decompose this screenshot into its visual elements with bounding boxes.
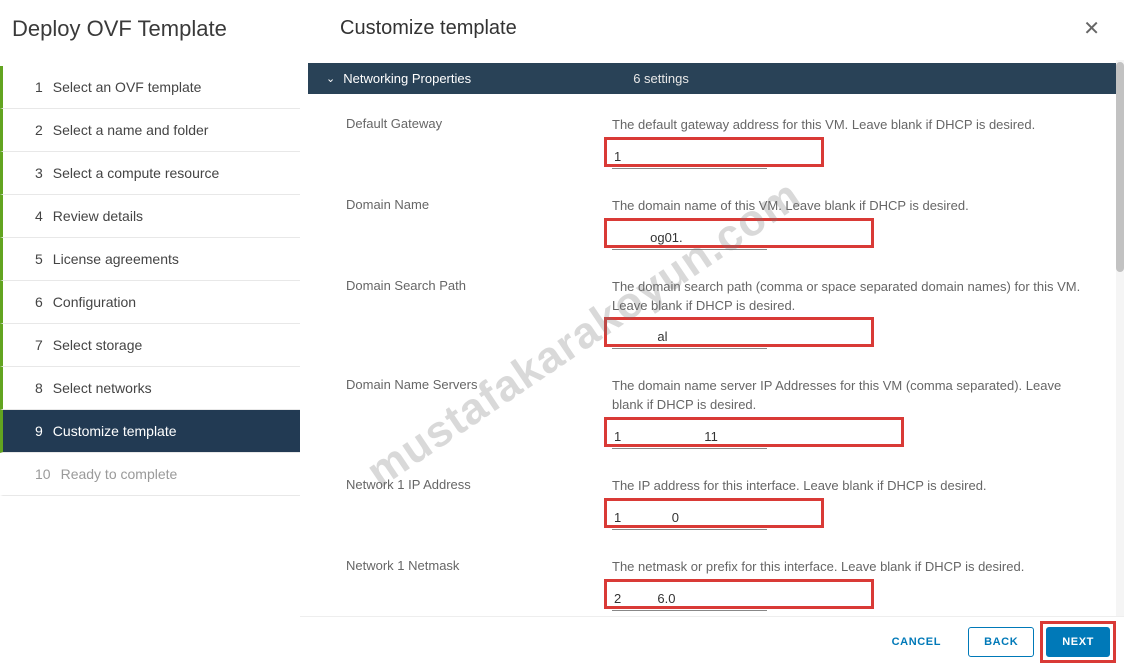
field-right: The netmask or prefix for this interface…: [612, 558, 1116, 611]
page-title: Customize template: [340, 17, 517, 40]
close-icon[interactable]: ✕: [1083, 16, 1100, 41]
wizard-step-9[interactable]: 9 Customize template: [0, 410, 300, 453]
step-label: License agreements: [53, 251, 179, 267]
scrollbar[interactable]: [1116, 60, 1124, 617]
field-description: The IP address for this interface. Leave…: [612, 477, 1116, 496]
step-number: 4: [35, 208, 43, 224]
field-input[interactable]: [612, 425, 767, 449]
field-right: The domain name of this VM. Leave blank …: [612, 197, 1116, 250]
setting-row: Domain Search PathThe domain search path…: [308, 270, 1116, 370]
wizard-footer: CANCEL BACK NEXT: [300, 616, 1124, 667]
step-number: 3: [35, 165, 43, 181]
wizard-step-4[interactable]: 4 Review details: [0, 195, 300, 238]
wizard-title: Deploy OVF Template: [0, 0, 300, 66]
main-panel: Customize template ✕ ⌄ Networking Proper…: [300, 0, 1124, 667]
step-number: 2: [35, 122, 43, 138]
section-label: Networking Properties: [343, 71, 633, 86]
field-input-wrap: [612, 506, 767, 530]
next-button[interactable]: NEXT: [1046, 627, 1110, 657]
wizard-step-3[interactable]: 3 Select a compute resource: [0, 152, 300, 195]
step-label: Configuration: [53, 294, 136, 310]
step-number: 8: [35, 380, 43, 396]
wizard-step-2[interactable]: 2 Select a name and folder: [0, 109, 300, 152]
step-number: 7: [35, 337, 43, 353]
back-button[interactable]: BACK: [968, 627, 1034, 657]
wizard-step-5[interactable]: 5 License agreements: [0, 238, 300, 281]
step-label: Select storage: [53, 337, 143, 353]
field-input[interactable]: [612, 226, 767, 250]
step-label: Ready to complete: [61, 466, 178, 482]
setting-row: Domain Name ServersThe domain name serve…: [308, 369, 1116, 469]
field-input[interactable]: [612, 325, 767, 349]
step-number: 6: [35, 294, 43, 310]
field-right: The default gateway address for this VM.…: [612, 116, 1116, 169]
field-input[interactable]: [612, 587, 767, 611]
field-description: The netmask or prefix for this interface…: [612, 558, 1116, 577]
field-input-wrap: [612, 425, 767, 449]
field-label: Default Gateway: [346, 116, 612, 131]
field-input[interactable]: [612, 506, 767, 530]
scrollbar-thumb[interactable]: [1116, 62, 1124, 272]
setting-row: Domain NameThe domain name of this VM. L…: [308, 189, 1116, 270]
wizard-step-10: 10 Ready to complete: [0, 453, 300, 496]
wizard-step-6[interactable]: 6 Configuration: [0, 281, 300, 324]
field-right: The IP address for this interface. Leave…: [612, 477, 1116, 530]
field-label: Domain Name: [346, 197, 612, 212]
field-right: The domain name server IP Addresses for …: [612, 377, 1116, 449]
step-label: Customize template: [53, 423, 177, 439]
field-description: The domain search path (comma or space s…: [612, 278, 1116, 316]
step-number: 10: [35, 466, 51, 482]
step-label: Select an OVF template: [53, 79, 202, 95]
field-label: Domain Name Servers: [346, 377, 612, 392]
setting-row: Default GatewayThe default gateway addre…: [308, 108, 1116, 189]
field-input[interactable]: [612, 145, 767, 169]
cancel-button[interactable]: CANCEL: [877, 628, 956, 656]
section-count: 6 settings: [633, 71, 689, 86]
setting-row: Network 1 IP AddressThe IP address for t…: [308, 469, 1116, 550]
wizard-sidebar: Deploy OVF Template 1 Select an OVF templ…: [0, 0, 300, 667]
field-input-wrap: [612, 145, 767, 169]
field-description: The domain name server IP Addresses for …: [612, 377, 1116, 415]
step-number: 5: [35, 251, 43, 267]
step-label: Select a compute resource: [53, 165, 220, 181]
step-label: Select a name and folder: [53, 122, 209, 138]
step-label: Review details: [53, 208, 143, 224]
step-number: 1: [35, 79, 43, 95]
field-right: The domain search path (comma or space s…: [612, 278, 1116, 350]
field-label: Domain Search Path: [346, 278, 612, 293]
field-input-wrap: [612, 325, 767, 349]
wizard-step-8[interactable]: 8 Select networks: [0, 367, 300, 410]
chevron-down-icon: ⌄: [326, 72, 335, 85]
wizard-steps: 1 Select an OVF template 2 Select a name an…: [0, 66, 300, 496]
field-description: The default gateway address for this VM.…: [612, 116, 1116, 135]
wizard-step-1[interactable]: 1 Select an OVF template: [0, 66, 300, 109]
field-description: The domain name of this VM. Leave blank …: [612, 197, 1116, 216]
field-input-wrap: [612, 587, 767, 611]
wizard-step-7[interactable]: 7 Select storage: [0, 324, 300, 367]
step-number: 9: [35, 423, 43, 439]
field-label: Network 1 Netmask: [346, 558, 612, 573]
step-label: Select networks: [53, 380, 152, 396]
section-header[interactable]: ⌄ Networking Properties 6 settings: [308, 63, 1116, 94]
field-input-wrap: [612, 226, 767, 250]
field-label: Network 1 IP Address: [346, 477, 612, 492]
settings-list: Default GatewayThe default gateway addre…: [300, 94, 1124, 631]
